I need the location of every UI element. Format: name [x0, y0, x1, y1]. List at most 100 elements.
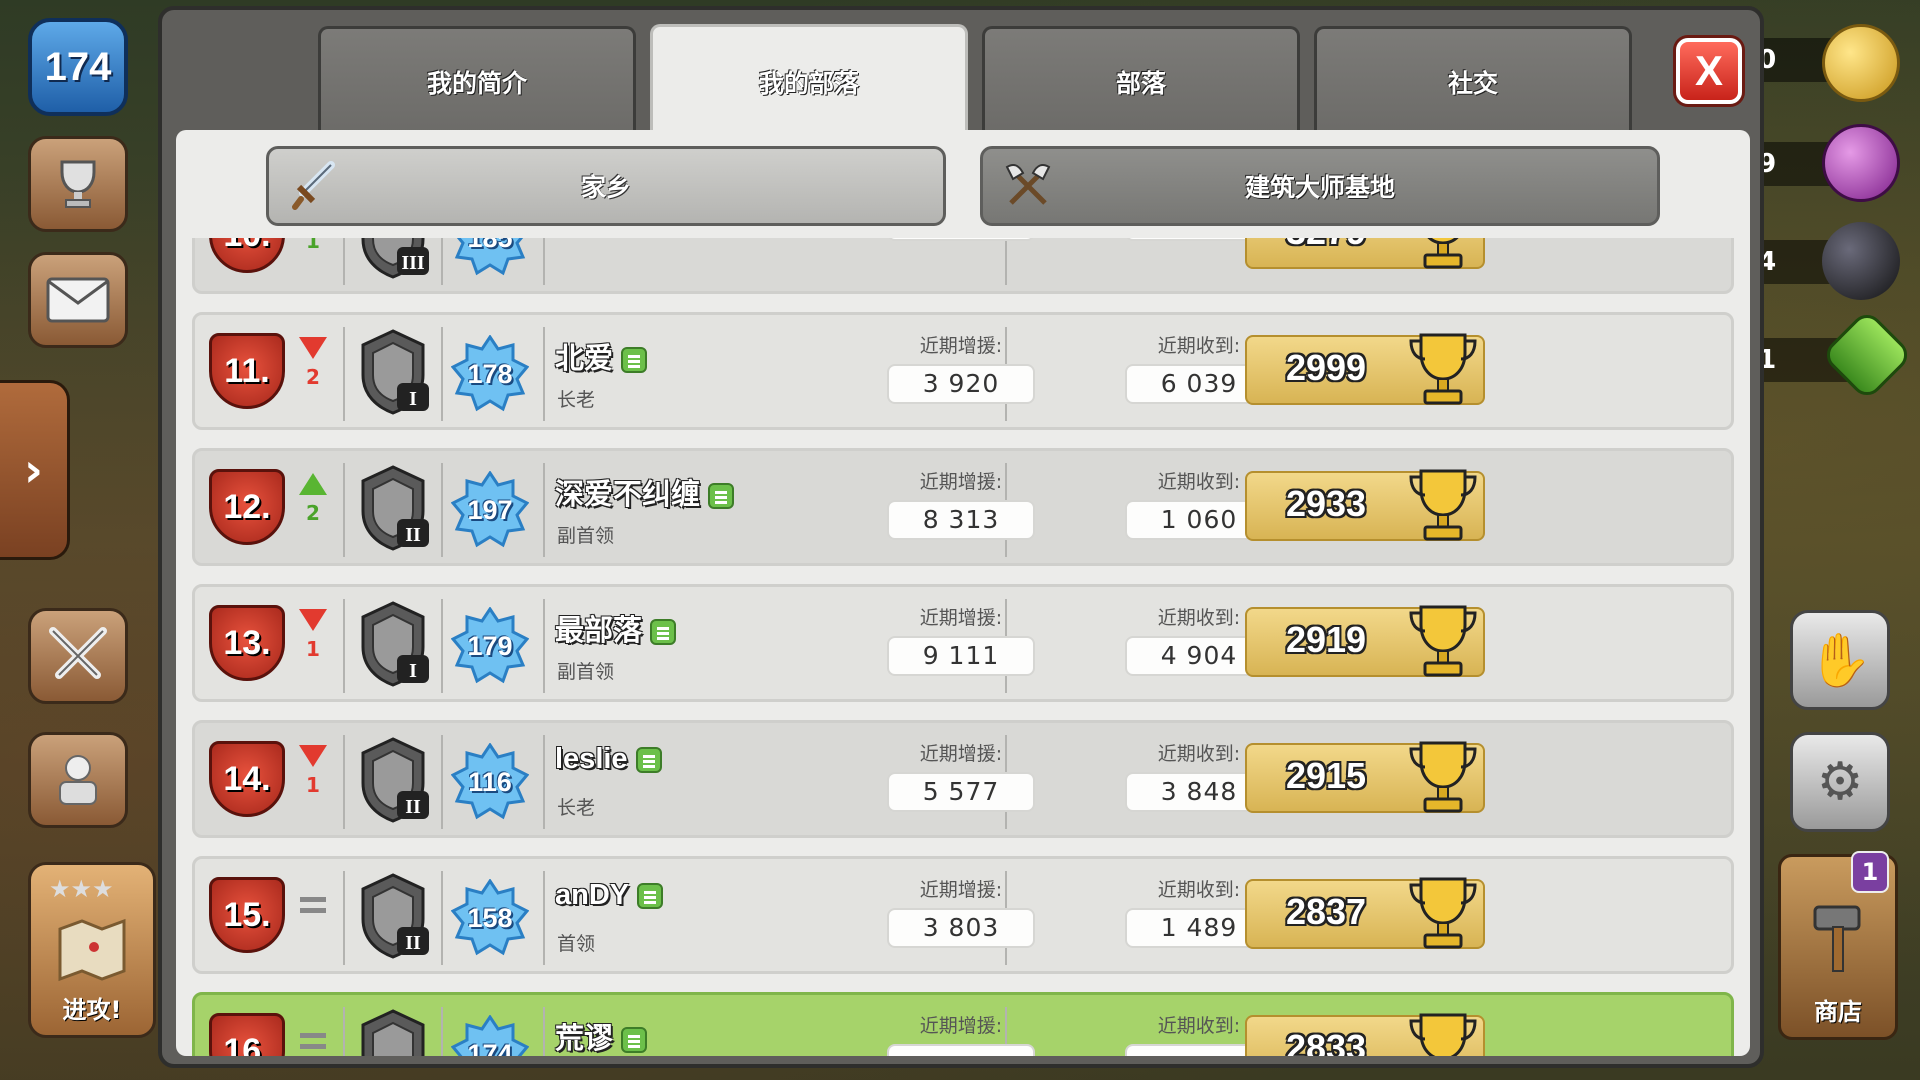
- player-name: 北爱: [555, 335, 648, 377]
- trend-value: 1: [306, 637, 320, 661]
- tab-label: 部落: [1115, 68, 1166, 98]
- league-tier: III: [401, 252, 425, 274]
- member-row[interactable]: 12. 2 II 197 深爱不纠缠 副首领 近期增援: 8 313 近期收到:: [192, 448, 1734, 566]
- trend-arrow-icon: [299, 473, 327, 495]
- sword-icon: [292, 161, 335, 210]
- gold-coin-icon: [1822, 24, 1900, 102]
- divider: [441, 463, 443, 557]
- dark-elixir-icon: [1822, 222, 1900, 300]
- divider: [543, 599, 545, 693]
- rank-trend: [293, 881, 333, 913]
- donated-value: 8 313: [887, 500, 1035, 540]
- donated-label: 近期增援:: [919, 471, 1003, 493]
- troops-donated: 近期增援: 3 920: [887, 331, 1035, 404]
- trophy-count: 2933: [1245, 469, 1485, 541]
- tab-clans[interactable]: 部落: [982, 26, 1300, 134]
- shop-button[interactable]: 1 商店: [1778, 851, 1898, 1040]
- member-list[interactable]: 10. 1 III 185 290 2 219: [176, 238, 1750, 1056]
- subtab-home-village[interactable]: 家乡: [266, 146, 946, 226]
- rank-shield: 11.: [209, 333, 285, 409]
- exp-level-badge: 178: [451, 335, 529, 413]
- chat-icon[interactable]: [708, 483, 735, 510]
- exp-level: 158: [467, 903, 513, 933]
- league-tier: I: [409, 388, 417, 410]
- mail-button[interactable]: [28, 252, 128, 348]
- rank-number: 13.: [223, 623, 271, 662]
- rank-trend: 2: [293, 473, 333, 525]
- donated-value: [887, 1044, 1035, 1056]
- troops-donated: 近期增援: 9 111: [887, 603, 1035, 676]
- chat-icon[interactable]: [621, 1027, 648, 1054]
- rank-number: 10.: [223, 238, 270, 255]
- member-row[interactable]: 10. 1 III 185 290 2 219: [192, 238, 1734, 294]
- clan-war-button[interactable]: [28, 608, 128, 704]
- attack-button[interactable]: ★★★ 进攻!: [28, 862, 156, 1038]
- trophy-value: 2833: [1285, 1027, 1367, 1056]
- tab-my-profile[interactable]: 我的简介: [318, 26, 636, 134]
- side-panel-toggle[interactable]: ›: [0, 380, 70, 560]
- member-row[interactable]: 15. II 158 anDY 首领 近期增援: 3 803 近期收到: 1 4…: [192, 856, 1734, 974]
- league-badge-icon: II: [361, 465, 429, 551]
- donated-value: 3 920: [887, 364, 1035, 404]
- player-role: 长老: [557, 797, 596, 819]
- attack-label: 进攻!: [62, 996, 122, 1024]
- rank-shield: 12.: [209, 469, 285, 545]
- gold-trophy-icon: [1409, 605, 1477, 677]
- crossed-axes-icon: [1005, 164, 1051, 205]
- rank-shield: 10.: [209, 238, 285, 273]
- trophy-league-button[interactable]: [28, 136, 128, 232]
- troops-donated: 近期增援: 5 577: [887, 739, 1035, 812]
- trophy-value: 2837: [1285, 891, 1367, 932]
- subtab-builder-base[interactable]: 建筑大师基地: [980, 146, 1660, 226]
- member-row[interactable]: 14. 1 II 116 leslie 长老 近期增援: 5 577 近期收到:: [192, 720, 1734, 838]
- player-level-badge[interactable]: 174: [28, 18, 128, 116]
- gold-trophy-icon: [1423, 238, 1463, 269]
- builder-menu-button[interactable]: [28, 732, 128, 828]
- player-name: 最部落: [555, 607, 677, 649]
- donated-label: 近期增援:: [919, 607, 1003, 629]
- trend-value: 2: [306, 365, 320, 389]
- rank-trend: 1: [293, 238, 333, 253]
- chat-icon[interactable]: [621, 347, 648, 374]
- close-button[interactable]: X: [1676, 38, 1742, 104]
- trend-arrow-icon: [299, 337, 327, 359]
- trophy-value: 2933: [1285, 483, 1367, 524]
- no-change-icon: [300, 897, 326, 913]
- league-badge-icon: II: [361, 737, 429, 823]
- divider: [441, 599, 443, 693]
- member-row[interactable]: 11. 2 I 178 北爱 长老 近期增援: 3 920 近期收到: 6 03…: [192, 312, 1734, 430]
- layout-editor-button[interactable]: ✋: [1790, 610, 1890, 710]
- chat-icon[interactable]: [650, 619, 677, 646]
- player-name-text: 最部落: [555, 615, 643, 647]
- rank-shield: 14.: [209, 741, 285, 817]
- exp-level-badge: 197: [451, 471, 529, 549]
- member-row[interactable]: 16. II 174 荒谬 近期增援: 近期收到:: [192, 992, 1734, 1056]
- tab-social[interactable]: 社交: [1314, 26, 1632, 134]
- member-row[interactable]: 13. 1 I 179 最部落 副首领 近期增援: 9 111 近期收到: 4 …: [192, 584, 1734, 702]
- settings-button[interactable]: ⚙: [1790, 732, 1890, 832]
- trend-value: 2: [306, 501, 320, 525]
- league-tier: II: [405, 524, 421, 546]
- donated-value: 290: [887, 238, 1035, 241]
- donated-label: 近期增援:: [919, 879, 1003, 901]
- exp-level-badge: 179: [451, 607, 529, 685]
- chat-icon[interactable]: [637, 883, 664, 910]
- player-name: 深爱不纠缠: [555, 471, 735, 513]
- tab-my-clan[interactable]: 我的部落: [650, 24, 968, 136]
- tab-label: 我的简介: [426, 68, 527, 98]
- close-icon: X: [1694, 47, 1723, 94]
- rank-trend: 1: [293, 745, 333, 797]
- player-role: 副首领: [557, 525, 615, 547]
- divider: [441, 327, 443, 421]
- player-name: 荒谬: [555, 1015, 648, 1056]
- trophy-value: 2915: [1285, 755, 1367, 796]
- chat-icon[interactable]: [635, 747, 662, 774]
- divider: [343, 463, 345, 557]
- divider: [343, 327, 345, 421]
- exp-level-badge: 116: [451, 743, 529, 821]
- player-name-text: anDY: [555, 879, 630, 911]
- rank-number: 16.: [223, 1031, 271, 1057]
- exp-level: 185: [467, 238, 513, 253]
- league-badge-icon: III: [361, 238, 429, 279]
- player-name-text: leslie: [555, 743, 628, 775]
